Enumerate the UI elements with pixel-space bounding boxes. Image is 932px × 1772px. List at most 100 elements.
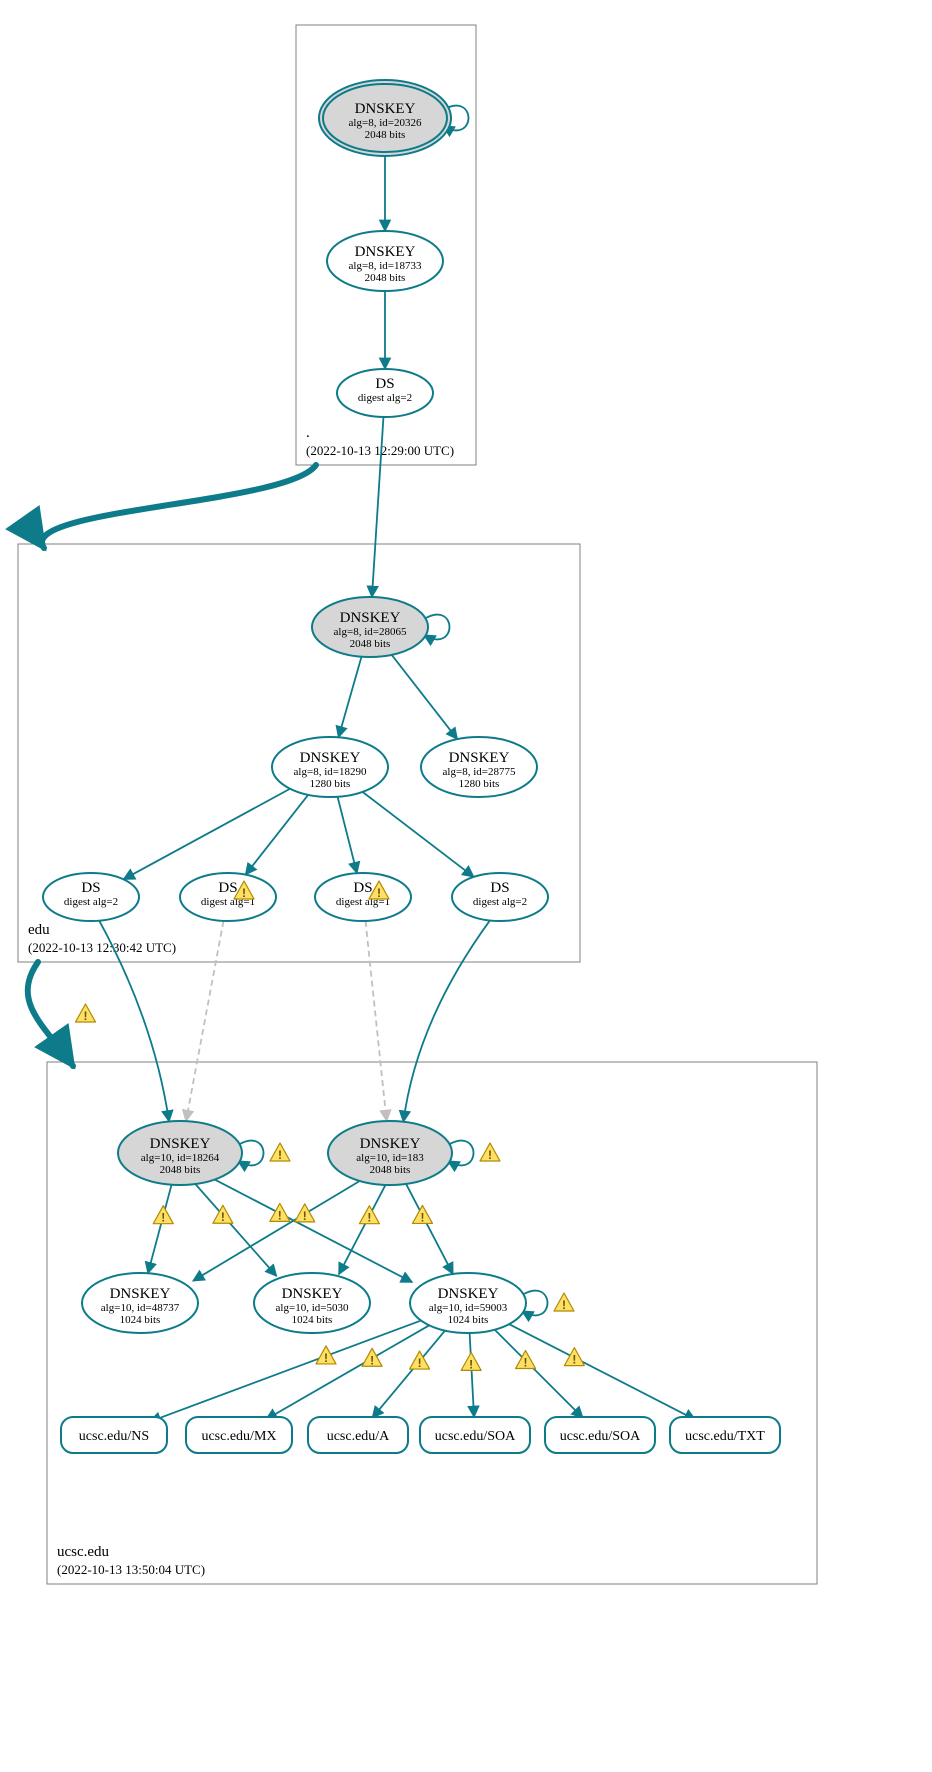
svg-text:!: ! (370, 1353, 374, 1367)
edge (123, 789, 290, 880)
svg-text:!: ! (572, 1353, 576, 1367)
warning-icon: ! (316, 1346, 336, 1365)
rr-label: ucsc.edu/A (327, 1429, 390, 1444)
edge (339, 1184, 386, 1274)
warning-icon: ! (270, 1203, 290, 1222)
rr-rr_txt: ucsc.edu/TXT (670, 1417, 780, 1453)
rr-label: ucsc.edu/SOA (560, 1429, 641, 1444)
edge (150, 1321, 421, 1422)
node-title: DS (218, 880, 237, 896)
zone-label: edu (28, 922, 50, 938)
svg-text:!: ! (221, 1210, 225, 1224)
node-line2: 1024 bits (292, 1314, 333, 1326)
warning-icon: ! (554, 1293, 574, 1312)
zone-arrow (28, 962, 73, 1066)
edge (403, 920, 489, 1121)
zone-label: ucsc.edu (57, 1544, 110, 1560)
zone-timestamp: (2022-10-13 13:50:04 UTC) (57, 1562, 205, 1577)
zone-arrow (42, 465, 316, 548)
node-u_zsk3: DNSKEYalg=10, id=590031024 bits (410, 1273, 526, 1333)
edge (186, 921, 224, 1121)
warning-icon: ! (153, 1206, 173, 1225)
node-title: DS (375, 376, 394, 392)
node-title: DNSKEY (360, 1136, 421, 1152)
dnssec-diagram: . (2022-10-13 12:29:00 UTC) edu (2022-10-13… (0, 0, 932, 1772)
node-edu_zsk1: DNSKEYalg=8, id=182901280 bits (272, 737, 388, 797)
node-title: DNSKEY (355, 244, 416, 260)
edge (495, 1330, 583, 1418)
node-title: DNSKEY (340, 610, 401, 626)
node-line1: alg=10, id=48737 (101, 1302, 180, 1314)
svg-text:!: ! (278, 1208, 282, 1222)
node-edu_ksk: DNSKEYalg=8, id=280652048 bits (312, 597, 428, 657)
node-line2: 2048 bits (365, 272, 406, 284)
warning-icon: ! (480, 1143, 500, 1162)
rr-label: ucsc.edu/NS (79, 1429, 149, 1444)
edge (362, 792, 473, 877)
node-title: DS (353, 880, 372, 896)
node-edu_ds2: DSdigest alg=1 (180, 873, 276, 921)
warning-icon: ! (461, 1352, 481, 1371)
warning-icon: ! (564, 1348, 584, 1367)
edge (406, 1184, 453, 1274)
edge (470, 1333, 474, 1417)
warning-icon: ! (359, 1206, 379, 1225)
node-line2: 1280 bits (310, 778, 351, 790)
zone-label: . (306, 425, 310, 441)
node-title: DS (81, 880, 100, 896)
node-edu_zsk2: DNSKEYalg=8, id=287751280 bits (421, 737, 537, 797)
warning-icon: ! (295, 1204, 315, 1223)
edge (266, 1325, 429, 1419)
node-line2: 2048 bits (365, 129, 406, 141)
node-title: DNSKEY (110, 1286, 171, 1302)
node-edu_ds3: DSdigest alg=1 (315, 873, 411, 921)
node-line1: alg=8, id=20326 (349, 117, 422, 129)
svg-text:!: ! (84, 1009, 88, 1023)
edge (372, 1331, 445, 1418)
edge (148, 1185, 172, 1274)
node-title: DNSKEY (150, 1136, 211, 1152)
rr-rr_soa1: ucsc.edu/SOA (420, 1417, 530, 1453)
node-line2: 1280 bits (459, 778, 500, 790)
warning-icon: ! (362, 1348, 382, 1367)
node-edu_ds4: DSdigest alg=2 (452, 873, 548, 921)
node-line1: alg=10, id=5030 (276, 1302, 349, 1314)
node-line2: 1024 bits (120, 1314, 161, 1326)
node-title: DNSKEY (355, 101, 416, 117)
zone-timestamp: (2022-10-13 12:29:00 UTC) (306, 443, 454, 458)
node-line1: digest alg=2 (358, 392, 412, 404)
node-line1: alg=8, id=28775 (443, 766, 516, 778)
node-line1: alg=10, id=59003 (429, 1302, 508, 1314)
svg-text:!: ! (324, 1351, 328, 1365)
node-u_zsk2: DNSKEYalg=10, id=50301024 bits (254, 1273, 370, 1333)
node-root_zsk: DNSKEYalg=8, id=187332048 bits (327, 231, 443, 291)
rr-rr_soa2: ucsc.edu/SOA (545, 1417, 655, 1453)
rr-rr_ns: ucsc.edu/NS (61, 1417, 167, 1453)
node-edu_ds1: DSdigest alg=2 (43, 873, 139, 921)
warning-icon: ! (76, 1004, 96, 1023)
edge (194, 1183, 276, 1277)
svg-text:!: ! (562, 1298, 566, 1312)
node-line1: alg=10, id=183 (356, 1152, 424, 1164)
rr-label: ucsc.edu/TXT (685, 1429, 765, 1444)
warning-icon: ! (270, 1143, 290, 1162)
svg-text:!: ! (278, 1148, 282, 1162)
edge (193, 1178, 365, 1281)
node-line2: 2048 bits (350, 638, 391, 650)
node-title: DNSKEY (282, 1286, 343, 1302)
edge (338, 797, 357, 873)
rr-rr_mx: ucsc.edu/MX (186, 1417, 292, 1453)
rr-rr_a: ucsc.edu/A (308, 1417, 408, 1453)
node-title: DNSKEY (300, 750, 361, 766)
node-root_ds: DSdigest alg=2 (337, 369, 433, 417)
svg-text:!: ! (377, 886, 381, 900)
node-u_ksk1: DNSKEYalg=10, id=182642048 bits (118, 1121, 242, 1185)
rr-label: ucsc.edu/SOA (435, 1429, 516, 1444)
node-u_zsk1: DNSKEYalg=10, id=487371024 bits (82, 1273, 198, 1333)
zone-timestamp: (2022-10-13 12:30:42 UTC) (28, 940, 176, 955)
svg-text:!: ! (303, 1209, 307, 1223)
svg-text:!: ! (469, 1357, 473, 1371)
node-line1: alg=8, id=18733 (349, 260, 422, 272)
edge (246, 795, 309, 875)
node-line1: alg=8, id=18290 (294, 766, 367, 778)
